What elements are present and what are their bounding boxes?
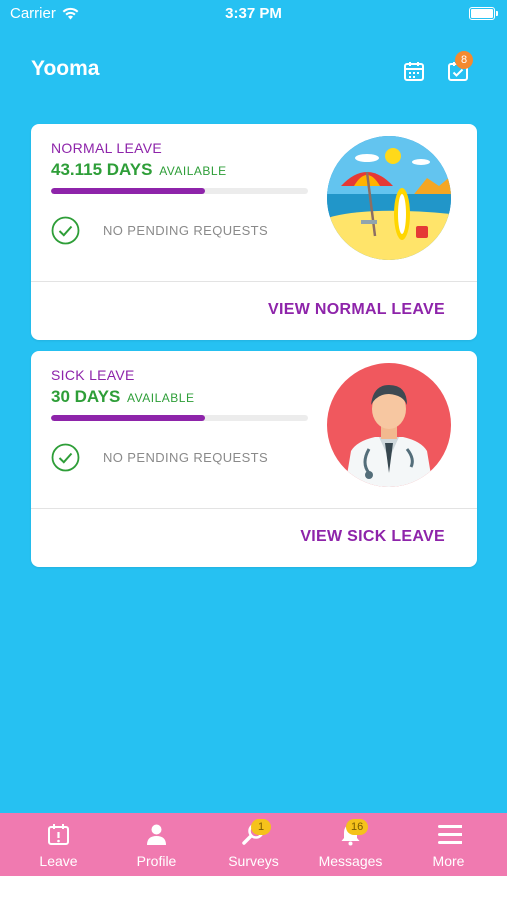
surveys-badge: 1 — [251, 819, 271, 835]
tab-surveys[interactable]: 1 Surveys — [205, 813, 302, 876]
hamburger-icon — [438, 825, 462, 844]
tab-label: Leave — [39, 853, 78, 869]
pending-requests-text: NO PENDING REQUESTS — [103, 450, 269, 465]
pending-status: NO PENDING REQUESTS — [51, 216, 268, 245]
app-title: Yooma — [31, 57, 100, 80]
doctor-illustration — [327, 363, 451, 487]
tab-profile[interactable]: Profile — [108, 813, 205, 876]
view-sick-leave-button[interactable]: VIEW SICK LEAVE — [300, 528, 445, 546]
leave-days-available: 30 DAYS AVAILABLE — [51, 387, 194, 407]
status-bar: Carrier 3:37 PM — [0, 0, 507, 30]
view-normal-leave-button[interactable]: VIEW NORMAL LEAVE — [268, 301, 445, 319]
check-circle-icon — [51, 216, 80, 245]
tab-label: Profile — [136, 853, 177, 869]
beach-illustration — [327, 136, 451, 260]
leave-progress-fill — [51, 415, 206, 421]
leave-type-label: NORMAL LEAVE — [51, 140, 162, 156]
app-screen: Carrier 3:37 PM Yooma 8 NORMAL LEAVE 43.… — [0, 0, 507, 813]
calendar-alert-icon — [48, 824, 69, 845]
available-label: AVAILABLE — [159, 164, 227, 178]
leave-progress-bar — [51, 415, 308, 421]
tab-more[interactable]: More — [400, 813, 497, 876]
status-time: 3:37 PM — [225, 5, 282, 22]
sick-leave-card: SICK LEAVE 30 DAYS AVAILABLE NO PENDING … — [31, 351, 477, 567]
leave-type-label: SICK LEAVE — [51, 367, 135, 383]
normal-leave-summary[interactable]: NORMAL LEAVE 43.115 DAYS AVAILABLE NO PE… — [31, 124, 477, 282]
available-label: AVAILABLE — [127, 391, 195, 405]
home-indicator-area — [0, 876, 507, 900]
calendar-icon[interactable] — [403, 60, 425, 82]
tab-messages[interactable]: 16 Messages — [302, 813, 399, 876]
card-divider — [31, 508, 477, 509]
leave-days-value: 43.115 DAYS — [51, 160, 153, 179]
check-circle-icon — [51, 443, 80, 472]
card-divider — [31, 281, 477, 282]
tasks-badge: 8 — [455, 51, 473, 69]
leave-progress-bar — [51, 188, 308, 194]
pending-status: NO PENDING REQUESTS — [51, 443, 268, 472]
tab-leave[interactable]: Leave — [10, 813, 107, 876]
leave-days-value: 30 DAYS — [51, 387, 121, 406]
tab-label: Surveys — [228, 853, 279, 869]
normal-leave-card: NORMAL LEAVE 43.115 DAYS AVAILABLE NO PE… — [31, 124, 477, 340]
tab-label: Messages — [318, 853, 383, 869]
tab-label: More — [432, 853, 465, 869]
bottom-tab-bar: Leave Profile 1 Surveys 16 Messages More — [0, 813, 507, 876]
leave-progress-fill — [51, 188, 206, 194]
battery-icon — [469, 7, 498, 20]
leave-days-available: 43.115 DAYS AVAILABLE — [51, 160, 227, 180]
sick-leave-summary[interactable]: SICK LEAVE 30 DAYS AVAILABLE NO PENDING … — [31, 351, 477, 509]
pending-requests-text: NO PENDING REQUESTS — [103, 223, 269, 238]
app-header: Yooma — [0, 50, 507, 90]
person-icon — [147, 824, 166, 845]
messages-badge: 16 — [346, 819, 369, 835]
